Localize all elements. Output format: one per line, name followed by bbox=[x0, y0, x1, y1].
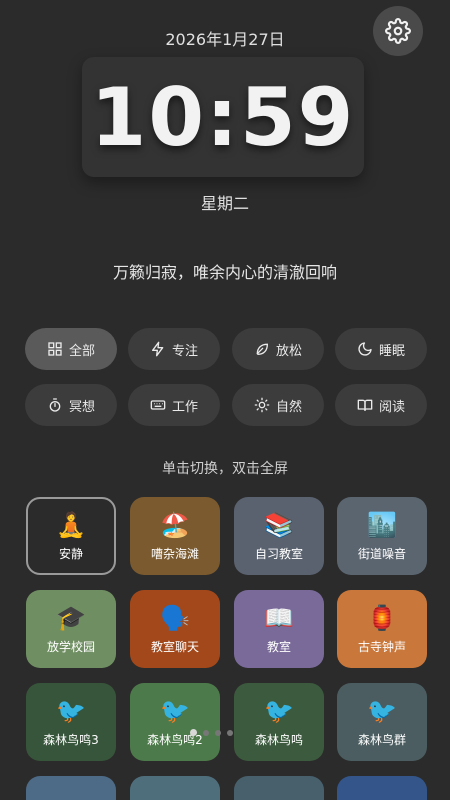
meditation-icon: 🧘 bbox=[56, 510, 86, 539]
scene-label: 教室聊天 bbox=[150, 639, 199, 654]
weekday-label: 星期二 bbox=[200, 194, 249, 213]
page-dot[interactable] bbox=[215, 729, 221, 736]
filter-label: 阅读 bbox=[378, 399, 405, 415]
scene-tile-beach[interactable]: 🏖️ 嘈杂海滩 bbox=[130, 497, 220, 575]
page-dot[interactable] bbox=[190, 729, 197, 736]
leaf-icon bbox=[256, 343, 268, 355]
scene-label: 古寺钟声 bbox=[357, 639, 406, 654]
page-dot[interactable] bbox=[203, 729, 209, 736]
filter-read[interactable]: 阅读 bbox=[335, 384, 427, 426]
scene-tile-campus[interactable]: 🎓 放学校园 bbox=[26, 590, 116, 668]
filter-label: 自然 bbox=[275, 399, 302, 415]
open-book-icon: 📖 bbox=[264, 603, 294, 632]
clock-panel: 10:59 bbox=[82, 57, 364, 177]
date-label: 2026年1月27日 bbox=[165, 30, 285, 49]
scene-tile-class-chat[interactable]: 🗣️ 教室聊天 bbox=[130, 590, 220, 668]
quote-text: 万籁归寂，唯余内心的清澈回响 bbox=[112, 263, 337, 282]
scene-label: 安静 bbox=[58, 546, 83, 561]
scene-tile-forest-birds[interactable]: 🐦 森林鸟鸣 bbox=[234, 683, 324, 761]
book-icon bbox=[357, 399, 373, 411]
filter-relax[interactable]: 放松 bbox=[232, 328, 324, 370]
clock-time: 10:59 bbox=[90, 70, 356, 164]
filter-all[interactable]: 全部 bbox=[25, 328, 117, 370]
bird-icon: 🐦 bbox=[160, 696, 190, 725]
timer-icon bbox=[49, 398, 61, 412]
scene-tile-temple-bell[interactable]: 🏮 古寺钟声 bbox=[337, 590, 427, 668]
filter-label: 放松 bbox=[275, 343, 302, 359]
filter-label: 冥想 bbox=[68, 399, 95, 415]
scene-tile-partial[interactable] bbox=[26, 776, 116, 800]
bird-icon: 🐦 bbox=[56, 696, 86, 725]
scene-label: 嘈杂海滩 bbox=[150, 546, 199, 561]
scene-tile-forest-birds-3[interactable]: 🐦 森林鸟鸣3 bbox=[26, 683, 116, 761]
filter-label: 工作 bbox=[171, 399, 198, 415]
page-indicator bbox=[190, 729, 233, 736]
filter-work[interactable]: 工作 bbox=[128, 384, 220, 426]
graduation-cap-icon: 🎓 bbox=[56, 603, 86, 632]
scene-label: 放学校园 bbox=[46, 639, 95, 654]
filter-label: 专注 bbox=[171, 343, 198, 359]
lantern-icon: 🏮 bbox=[367, 603, 397, 632]
scene-tile-study-room[interactable]: 📚 自习教室 bbox=[234, 497, 324, 575]
books-icon: 📚 bbox=[264, 510, 294, 539]
scene-label: 自习教室 bbox=[254, 546, 303, 561]
speaking-head-icon: 🗣️ bbox=[160, 603, 190, 632]
keyboard-icon bbox=[150, 400, 166, 410]
bolt-icon bbox=[151, 341, 164, 357]
scene-tile-quiet[interactable]: 🧘 安静 bbox=[26, 497, 116, 575]
scene-tile-street[interactable]: 🏙️ 街道噪音 bbox=[337, 497, 427, 575]
bird-icon: 🐦 bbox=[367, 696, 397, 725]
filter-sleep[interactable]: 睡眠 bbox=[335, 328, 427, 370]
grid-icon bbox=[48, 342, 62, 356]
city-icon: 🏙️ bbox=[367, 510, 397, 539]
scene-label: 森林鸟鸣3 bbox=[43, 732, 99, 747]
beach-icon: 🏖️ bbox=[160, 510, 190, 539]
scene-tile-forest-birds-2[interactable]: 🐦 森林鸟鸣2 bbox=[130, 683, 220, 761]
page-dot[interactable] bbox=[227, 729, 233, 736]
scene-label: 教室 bbox=[266, 639, 291, 654]
filter-nature[interactable]: 自然 bbox=[232, 384, 324, 426]
sun-icon bbox=[254, 397, 270, 413]
scene-tile-partial[interactable] bbox=[337, 776, 427, 800]
scene-tile-classroom[interactable]: 📖 教室 bbox=[234, 590, 324, 668]
filter-label: 睡眠 bbox=[378, 343, 405, 359]
scene-tile-bird-flock[interactable]: 🐦 森林鸟群 bbox=[337, 683, 427, 761]
filter-meditate[interactable]: 冥想 bbox=[25, 384, 117, 426]
moon-icon bbox=[358, 342, 372, 356]
scene-tile-partial[interactable] bbox=[130, 776, 220, 800]
filter-focus[interactable]: 专注 bbox=[128, 328, 220, 370]
usage-hint: 单击切换，双击全屏 bbox=[162, 461, 288, 477]
filter-label: 全部 bbox=[68, 343, 95, 359]
bird-icon: 🐦 bbox=[264, 696, 294, 725]
scene-label: 森林鸟鸣 bbox=[254, 732, 303, 747]
scene-label: 街道噪音 bbox=[357, 546, 406, 561]
scene-label: 森林鸟群 bbox=[357, 732, 406, 747]
scene-tile-partial[interactable] bbox=[234, 776, 324, 800]
